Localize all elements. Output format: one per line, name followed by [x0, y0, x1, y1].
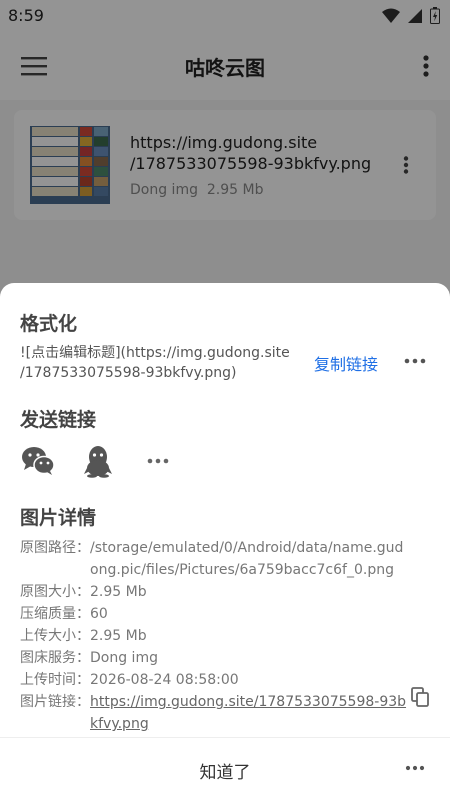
share-more-button[interactable] [140, 443, 176, 479]
ok-button[interactable]: 知道了 [0, 758, 450, 783]
format-text: ![点击编辑标题](https://img.gudong.site /17875… [20, 343, 300, 383]
share-targets [20, 443, 176, 479]
format-section-title: 格式化 [20, 313, 78, 335]
more-horizontal-icon [147, 458, 169, 464]
qq-icon [84, 446, 112, 478]
wechat-icon [22, 447, 55, 475]
copy-link-button[interactable]: 复制链接 [314, 351, 378, 375]
detail-value: 2.95 Mb [90, 584, 147, 600]
sheet-footer: 知道了 [0, 737, 450, 800]
send-section-title: 发送链接 [20, 409, 97, 431]
more-horizontal-icon [404, 358, 426, 364]
details-list: 原图路径： /storage/emulated/0/Android/data/n… [20, 537, 410, 735]
detail-value: /storage/emulated/0/Android/data/name.gu… [90, 540, 404, 578]
detail-row-host-service: 图床服务： Dong img [20, 647, 410, 669]
detail-value: Dong img [90, 650, 158, 666]
share-qq-button[interactable] [80, 443, 116, 479]
detail-row-upload-size: 上传大小： 2.95 Mb [20, 625, 410, 647]
detail-value: 60 [90, 606, 108, 622]
detail-row-original-size: 原图大小： 2.95 Mb [20, 581, 410, 603]
detail-row-compress-quality: 压缩质量： 60 [20, 603, 410, 625]
details-section-title: 图片详情 [20, 507, 97, 529]
detail-row-image-link: 图片链接： https://img.gudong.site/1787533075… [20, 691, 410, 735]
detail-label: 图床服务： [20, 650, 90, 666]
detail-label: 上传大小： [20, 628, 90, 644]
detail-label: 图片链接： [20, 694, 90, 710]
screen: 8:59 咕咚云图 https://img.gudong.site /17875… [0, 0, 450, 800]
copy-url-button[interactable] [408, 685, 432, 709]
copy-icon [411, 687, 429, 707]
detail-value-link: https://img.gudong.site/1787533075598-93… [90, 691, 410, 735]
format-more-button[interactable] [404, 351, 426, 371]
detail-label: 原图路径： [20, 540, 90, 556]
format-text-line2: /1787533075598-93bkfvy.png) [20, 365, 237, 381]
detail-label: 原图大小： [20, 584, 90, 600]
share-wechat-button[interactable] [20, 443, 56, 479]
detail-row-original-path: 原图路径： /storage/emulated/0/Android/data/n… [20, 537, 410, 581]
footer-more-button[interactable] [404, 758, 426, 778]
image-link[interactable]: https://img.gudong.site/1787533075598-93… [90, 694, 406, 732]
detail-value: 2.95 Mb [90, 628, 147, 644]
detail-value: 2026-08-24 08:58:00 [90, 672, 239, 688]
detail-label: 上传时间： [20, 672, 90, 688]
format-text-line1: ![点击编辑标题](https://img.gudong.site [20, 345, 290, 361]
more-horizontal-icon [405, 765, 425, 771]
detail-row-upload-time: 上传时间： 2026-08-24 08:58:00 [20, 669, 410, 691]
bottom-sheet: 格式化 ![点击编辑标题](https://img.gudong.site /1… [0, 283, 450, 800]
detail-label: 压缩质量： [20, 606, 90, 622]
